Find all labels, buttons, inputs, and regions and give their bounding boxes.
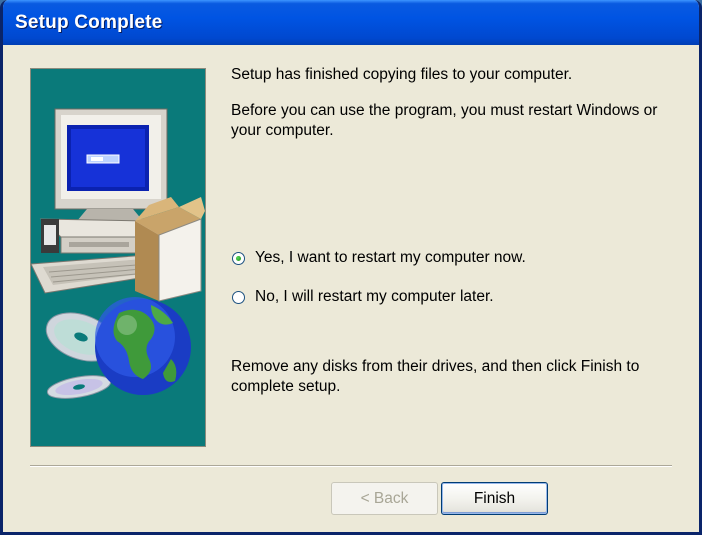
finish-button[interactable]: Finish [441,482,548,515]
restart-now-label: Yes, I want to restart my computer now. [255,249,526,266]
button-separator [30,465,672,467]
setup-illustration [31,108,205,399]
dialog-client-area: Setup has finished copying files to your… [3,45,699,532]
restart-required-text: Before you can use the program, you must… [231,102,658,139]
setup-finished-text: Setup has finished copying files to your… [231,66,573,83]
remove-disks-text: Remove any disks from their drives, and … [231,358,640,395]
title-bar[interactable]: Setup Complete [3,0,699,45]
setup-complete-dialog: Setup Complete Setup has finished copyin… [0,0,702,535]
restart-now-radio[interactable] [232,251,245,265]
back-button[interactable]: < Back [331,482,438,515]
globe-icon [95,297,191,395]
window-title: Setup Complete [15,12,163,33]
software-box-icon [135,197,205,302]
restart-later-label: No, I will restart my computer later. [255,288,494,305]
setup-illustration-panel [30,68,206,447]
restart-now-option[interactable]: Yes, I want to restart my computer now. [232,249,526,267]
restart-later-radio[interactable] [232,290,245,304]
restart-later-option[interactable]: No, I will restart my computer later. [232,288,494,306]
